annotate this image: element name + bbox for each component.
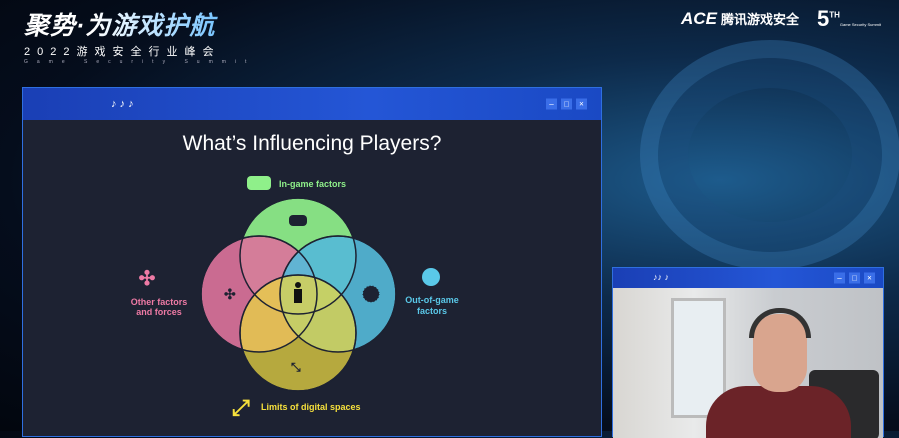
event-subtitle-en: Game Security Summit (24, 59, 256, 65)
webcam-video (613, 288, 883, 438)
close-button[interactable]: × (864, 272, 875, 284)
sponsor-logos: ACE 腾讯游戏安全 5THGame Security Summit (681, 6, 881, 32)
event-title: 聚势·为游戏护航 (24, 6, 255, 42)
webcam-window-titlebar[interactable]: ♪♪ ♪ – □ × (613, 268, 883, 288)
globe-icon (362, 285, 380, 303)
webcam-window: ♪♪ ♪ – □ × (612, 267, 884, 438)
gamepad-label-icon (247, 176, 271, 190)
fifth-logo: 5THGame Security Summit (816, 6, 881, 31)
slide-window: ♪ ♪ ♪ – □ × What’s Influencing Players? … (22, 87, 602, 437)
venn-diagram: ✣ ⤡ In-game factors ✣ Other factors and … (131, 176, 459, 420)
label-limits: Limits of digital spaces (261, 402, 361, 412)
expand-label-icon: ⤢ (232, 395, 250, 420)
globe-label-icon (422, 268, 440, 286)
label-in-game: In-game factors (279, 179, 346, 189)
gamepad-icon (289, 215, 307, 226)
event-brand: 聚势·为游戏护航 2022游戏安全行业峰会 Game Security Summ… (24, 6, 255, 65)
label-other-2: and forces (136, 307, 182, 317)
label-other-1: Other factors (131, 297, 188, 307)
arrows-label-icon: ✣ (139, 268, 156, 290)
music-notes-icon: ♪♪ ♪ (653, 272, 670, 282)
arrows-converge-icon: ✣ (224, 286, 236, 302)
event-subtitle: 2022游戏安全行业峰会 (24, 46, 221, 58)
person-icon (294, 282, 302, 303)
label-out-of-game-2: factors (417, 306, 447, 316)
minimize-button[interactable]: – (834, 272, 845, 284)
label-out-of-game-1: Out-of-game (405, 295, 459, 305)
expand-icon: ⤡ (291, 360, 301, 374)
ace-logo: ACE 腾讯游戏安全 (681, 9, 799, 28)
maximize-button[interactable]: □ (849, 272, 860, 284)
background-decoration (640, 40, 899, 270)
